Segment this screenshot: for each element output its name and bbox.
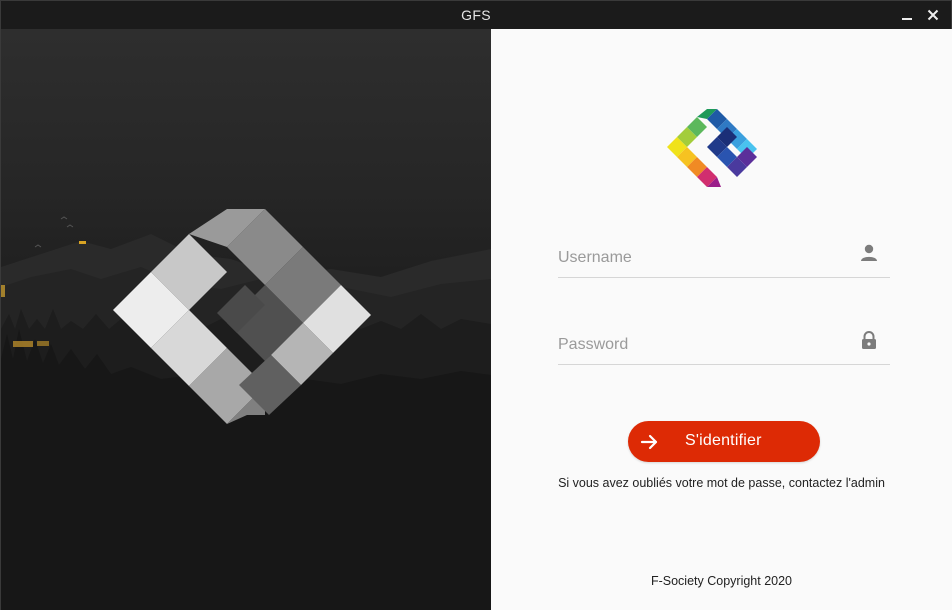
title-bar[interactable]: GFS xyxy=(1,1,951,29)
arrow-right-icon xyxy=(640,434,658,450)
minimize-icon xyxy=(902,18,912,20)
copyright-text: F-Society Copyright 2020 xyxy=(650,574,793,588)
forest-background-image xyxy=(1,209,491,610)
window-title: GFS xyxy=(461,7,491,23)
password-field[interactable] xyxy=(558,324,890,365)
login-panel: S'identifier Si vous avez oubliés votre … xyxy=(491,29,952,610)
sign-in-label: S'identifier xyxy=(685,432,762,449)
forgot-password-text: Si vous avez oubliés votre mot de passe,… xyxy=(558,476,885,490)
user-icon xyxy=(861,244,877,261)
lock-icon xyxy=(862,331,876,349)
close-button[interactable] xyxy=(922,5,944,25)
username-field[interactable] xyxy=(558,237,890,278)
app-window: GFS Username S'identifier Si vous avez o… xyxy=(0,0,952,610)
close-icon xyxy=(927,9,939,21)
password-input[interactable] xyxy=(558,332,848,358)
minimize-button[interactable] xyxy=(896,5,918,25)
hero-panel xyxy=(1,29,491,610)
username-input[interactable] xyxy=(558,245,848,271)
sign-in-button[interactable]: S'identifier xyxy=(628,421,820,462)
gfs-logo-color xyxy=(667,109,757,187)
